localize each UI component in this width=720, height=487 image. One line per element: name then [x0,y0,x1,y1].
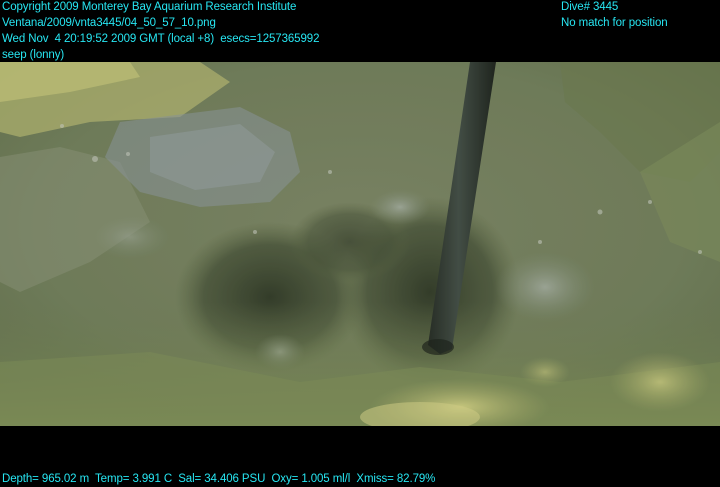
image-path-text: Ventana/2009/vnta3445/04_50_57_10.png [2,17,216,29]
timestamp-text: Wed Nov 4 20:19:52 2009 GMT (local +8) e… [2,33,320,45]
dive-number-text: Dive# 3445 [561,1,619,13]
position-status-text: No match for position [561,17,668,29]
header-right-overlay: Dive# 3445 No match for position [561,0,668,31]
header-left-overlay: Copyright 2009 Monterey Bay Aquarium Res… [2,0,319,63]
seafloor-video-frame [0,62,720,426]
seafloor-scene [0,62,720,426]
telemetry-text: Depth= 965.02 m Temp= 3.991 C Sal= 34.40… [2,473,436,485]
footer-overlay: Depth= 965.02 m Temp= 3.991 C Sal= 34.40… [2,471,435,487]
site-label-text: seep (lonny) [2,49,65,61]
copyright-text: Copyright 2009 Monterey Bay Aquarium Res… [2,1,297,13]
